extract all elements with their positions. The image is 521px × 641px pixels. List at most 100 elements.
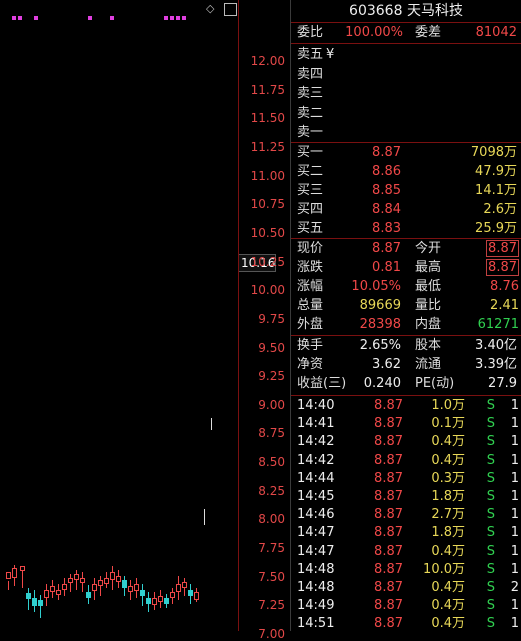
candle-body bbox=[170, 592, 175, 598]
buy-price: 8.83 bbox=[372, 221, 401, 236]
tick-row[interactable]: 14:42 8.87 0.4万 S 1 bbox=[291, 433, 521, 451]
candle-body bbox=[122, 580, 127, 588]
stock-title: 603668 天马科技 bbox=[291, 0, 521, 23]
tick-volume: 0.4万 bbox=[431, 434, 465, 450]
stat-row: 外盘 28398 内盘 61271 bbox=[291, 316, 521, 334]
tick-volume: 1.8万 bbox=[431, 525, 465, 541]
buy-volume: 47.9万 bbox=[475, 164, 517, 179]
tick-volume: 1.8万 bbox=[431, 489, 465, 504]
stat-label: 涨跌 bbox=[297, 260, 324, 275]
divider bbox=[291, 238, 521, 239]
tick-price: 8.87 bbox=[374, 543, 403, 559]
price-tick-label: 11.25 bbox=[250, 139, 285, 154]
signal-dot bbox=[12, 16, 16, 20]
candle-body bbox=[194, 592, 199, 600]
fund-label: 收益(三) bbox=[297, 376, 347, 391]
tick-side: S bbox=[486, 434, 495, 450]
buy-price: 8.84 bbox=[372, 202, 401, 217]
price-tick-label: 11.50 bbox=[250, 111, 285, 126]
candle-body bbox=[26, 593, 31, 599]
buy-label: 买三 bbox=[297, 183, 324, 198]
tick-price: 8.87 bbox=[374, 598, 403, 614]
tick-count: 1 bbox=[510, 525, 519, 541]
tick-row[interactable]: 14:40 8.87 1.0万 S 1 bbox=[291, 397, 521, 415]
tick-row[interactable]: 14:47 8.87 1.8万 S 1 bbox=[291, 524, 521, 542]
tick-row[interactable]: 14:48 8.87 10.0万 S 1 bbox=[291, 561, 521, 579]
buy-volume: 2.6万 bbox=[483, 202, 517, 217]
stat-value: 8.76 bbox=[490, 279, 519, 294]
candle-wick bbox=[28, 588, 29, 610]
tick-time: 14:46 bbox=[297, 507, 335, 523]
buy-price: 8.85 bbox=[372, 183, 401, 198]
sell-row: 卖二 bbox=[291, 105, 521, 123]
price-tick-label: 8.00 bbox=[258, 512, 285, 527]
candle-wick bbox=[76, 570, 77, 590]
tick-time: 14:44 bbox=[297, 470, 335, 486]
sell-label: 卖一 bbox=[297, 125, 324, 141]
tick-row[interactable]: 14:44 8.87 0.3万 S 1 bbox=[291, 470, 521, 488]
tick-side: S bbox=[486, 598, 495, 614]
stat-row: 涨幅 10.05% 最低 8.76 bbox=[291, 278, 521, 296]
tick-count: 1 bbox=[510, 470, 519, 486]
fund-label: 股本 bbox=[415, 338, 442, 353]
buy-row: 买四 8.84 2.6万 bbox=[291, 201, 521, 219]
buy-row: 买二 8.86 47.9万 bbox=[291, 163, 521, 181]
tick-price: 8.87 bbox=[374, 489, 403, 504]
diamond-icon[interactable]: ◇ bbox=[206, 2, 214, 15]
tick-price: 8.87 bbox=[374, 398, 403, 413]
price-tick-label: 9.25 bbox=[258, 369, 285, 384]
tick-side: S bbox=[486, 525, 495, 541]
price-tick-label: 8.25 bbox=[258, 483, 285, 498]
quote-panel: 603668 天马科技 委比 100.00% 委差 81042 卖五 ¥ 卖四 卖三卖… bbox=[291, 0, 521, 631]
tick-side: S bbox=[486, 561, 495, 577]
currency-icon: ¥ bbox=[326, 47, 335, 62]
divider bbox=[291, 142, 521, 143]
price-tick-label: 7.75 bbox=[258, 541, 285, 556]
tick-count: 1 bbox=[510, 434, 519, 450]
sell-label: 卖二 bbox=[297, 105, 324, 121]
signal-dot bbox=[176, 16, 180, 20]
kline-chart[interactable] bbox=[0, 0, 238, 631]
candle-body bbox=[56, 590, 61, 595]
tick-row[interactable]: 14:42 8.87 0.4万 S 1 bbox=[291, 452, 521, 470]
tick-volume: 0.4万 bbox=[431, 580, 465, 595]
price-marker bbox=[211, 418, 212, 430]
candle-body bbox=[164, 598, 169, 604]
price-tick-label: 8.75 bbox=[258, 426, 285, 441]
signal-dot bbox=[182, 16, 186, 20]
candle-body bbox=[62, 584, 67, 590]
tick-row[interactable]: 14:45 8.87 1.8万 S 1 bbox=[291, 488, 521, 506]
stat-value: 8.87 bbox=[486, 259, 519, 276]
candle-body bbox=[140, 590, 145, 596]
tick-volume: 0.1万 bbox=[431, 416, 465, 432]
buy-price: 8.87 bbox=[372, 145, 401, 160]
fund-label: 净资 bbox=[297, 357, 324, 372]
buy-volume: 14.1万 bbox=[475, 183, 517, 198]
tick-time: 14:45 bbox=[297, 489, 335, 504]
tick-row[interactable]: 14:48 8.87 0.4万 S 2 bbox=[291, 579, 521, 597]
candle-body bbox=[74, 574, 79, 580]
sell-label: 卖五 bbox=[297, 47, 324, 62]
tick-row[interactable]: 14:41 8.87 0.1万 S 1 bbox=[291, 415, 521, 433]
price-tick-label: 11.75 bbox=[250, 82, 285, 97]
tick-row[interactable]: 14:47 8.87 0.4万 S 1 bbox=[291, 543, 521, 561]
tick-row[interactable]: 14:46 8.87 2.7万 S 1 bbox=[291, 506, 521, 524]
stat-row: 总量 89669 量比 2.41 bbox=[291, 297, 521, 315]
tick-time: 14:49 bbox=[297, 598, 335, 614]
fund-value: 3.40亿 bbox=[475, 338, 517, 353]
tick-time: 14:47 bbox=[297, 543, 335, 559]
signal-dot bbox=[170, 16, 174, 20]
stat-value: 0.81 bbox=[372, 260, 401, 275]
stat-value: 28398 bbox=[359, 317, 401, 332]
panel-toggle-icon[interactable] bbox=[224, 3, 237, 16]
candle-body bbox=[80, 578, 85, 583]
sell-row: 卖三 bbox=[291, 85, 521, 103]
tick-volume: 2.7万 bbox=[431, 507, 465, 523]
candle-body bbox=[86, 592, 91, 598]
diff-label: 委差 bbox=[415, 25, 442, 40]
candle-body bbox=[68, 578, 73, 583]
buy-volume: 7098万 bbox=[470, 145, 517, 160]
stat-row: 现价 8.87 今开 8.87 bbox=[291, 240, 521, 258]
tick-row[interactable]: 14:49 8.87 0.4万 S 1 bbox=[291, 597, 521, 615]
tick-price: 8.87 bbox=[374, 525, 403, 541]
